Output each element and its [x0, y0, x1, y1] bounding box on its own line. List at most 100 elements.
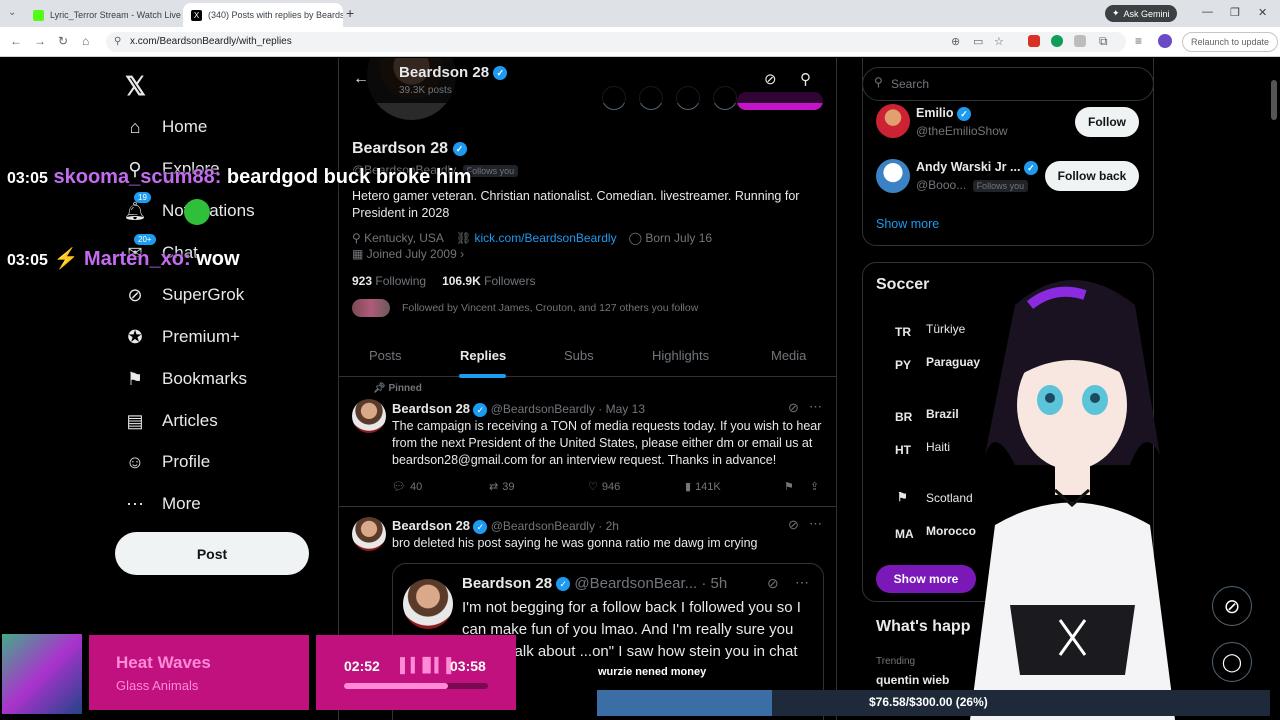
like-action[interactable]: ♡ 946 [588, 480, 620, 494]
tab-posts[interactable]: Posts [369, 348, 402, 363]
more-options-icon[interactable]: ⋯ [795, 574, 809, 591]
x-logo-icon[interactable]: 𝕏 [125, 71, 146, 102]
pinned-row: 📌︎ Pinned [373, 383, 422, 394]
profile-joined: Joined July 2009 [366, 247, 457, 261]
following-stat[interactable]: 923 Following [352, 274, 426, 288]
tab-replies[interactable]: Replies [460, 348, 506, 363]
reply-action[interactable]: 💬︎ 40 [392, 480, 422, 494]
tab-media[interactable]: Media [771, 348, 806, 363]
search-icon[interactable]: ⚲ [800, 70, 811, 88]
bell-icon: 🔔︎ 19 [124, 192, 151, 222]
more-options-icon[interactable]: ⋯ [809, 516, 822, 532]
nav-label: Premium+ [162, 327, 240, 346]
avatar[interactable] [876, 159, 910, 193]
nav-item-more[interactable]: ⋯ More [124, 493, 201, 515]
back-icon[interactable]: ← [10, 34, 22, 48]
suggestion-handle: @theEmilioShow [916, 124, 1008, 138]
profile-header-bar: ← Beardson 28 ✓ 39.3K posts ⊘ ⚲ [339, 58, 836, 103]
chat-badge: 20+ [134, 234, 156, 245]
tweet-pinned[interactable]: 📌︎ Pinned Beardson 28 ✓ @BeardsonBeardly… [339, 377, 836, 507]
extension-icon[interactable] [1074, 35, 1086, 47]
gemini-label: Ask Gemini [1123, 8, 1170, 19]
time-total: 03:58 [450, 658, 486, 674]
home-page-icon[interactable]: ⌂ [82, 34, 89, 48]
profile-avatar-icon[interactable] [1158, 34, 1172, 48]
verified-icon: ✓ [1023, 160, 1038, 175]
post-button[interactable]: Post [115, 532, 309, 575]
share-icon[interactable]: ⇪ [810, 480, 819, 493]
follow-back-button[interactable]: Follow back [1045, 161, 1139, 191]
extension-icon[interactable] [1028, 35, 1040, 47]
cast-icon[interactable]: ▭ [973, 35, 983, 48]
forward-icon[interactable]: → [34, 34, 46, 48]
browser-tab-stream[interactable]: Lyric_Terror Stream - Watch Live ✕ [25, 3, 183, 27]
more-options-icon[interactable]: ⋯ [809, 399, 822, 415]
tweet-author[interactable]: Beardson 28 [392, 401, 470, 416]
followers-stat[interactable]: 106.9K Followers [442, 274, 535, 288]
browser-tab-x[interactable]: X (340) Posts with replies by Beardson ✕ [183, 3, 343, 27]
maximize-icon[interactable]: ❐ [1230, 6, 1240, 19]
star-icon[interactable]: ☆ [994, 35, 1004, 48]
tab-subs[interactable]: Subs [564, 348, 594, 363]
reload-icon[interactable]: ↻ [58, 34, 68, 48]
follow-button[interactable]: Follow [1075, 107, 1139, 137]
window-close-icon[interactable]: ✕ [1258, 6, 1267, 19]
trending-item[interactable]: quentin wieb [876, 673, 949, 687]
suggestion-handle: @Booo... [916, 178, 967, 192]
team-name[interactable]: Haiti [926, 440, 950, 454]
pin-icon: 📌︎ [373, 383, 389, 394]
verified-icon: ✓ [452, 141, 467, 156]
progress-track [344, 683, 488, 689]
time-current: 02:52 [344, 658, 380, 674]
tab-title: Lyric_Terror Stream - Watch Live [50, 10, 181, 20]
extension-icon[interactable] [1051, 35, 1063, 47]
puzzle-icon[interactable]: ⧉ [1099, 34, 1108, 49]
nav-item-profile[interactable]: ☺ Profile [124, 451, 210, 473]
ask-gemini-button[interactable]: ✦ Ask Gemini [1105, 5, 1177, 22]
quote-header: Beardson 28 ✓ @BeardsonBear... · 5h [462, 575, 727, 592]
team-code: PY [895, 358, 912, 372]
gemini-sparkle-icon: ✦ [1112, 8, 1120, 18]
emote-icon [184, 199, 210, 225]
birthday-row: ◯ Born July 16 [629, 231, 712, 245]
grok-icon[interactable]: ⊘ [764, 70, 777, 88]
page-scrollbar[interactable] [1271, 80, 1277, 120]
nav-item-articles[interactable]: ▤ Articles [124, 410, 217, 432]
minimize-icon[interactable]: — [1202, 6, 1213, 18]
relaunch-button[interactable]: Relaunch to update [1182, 32, 1279, 52]
tab-search-icon[interactable]: ⌄ [8, 7, 16, 18]
avatar[interactable] [352, 517, 386, 551]
repost-action[interactable]: ⇄ 39 [489, 480, 514, 494]
grok-icon[interactable]: ⊘ [788, 400, 799, 416]
followed-by-text[interactable]: Followed by Vincent James, Crouton, and … [402, 302, 698, 314]
profile-tabs: Posts Replies Subs Highlights Media [339, 335, 836, 378]
messages-icon[interactable]: ◯ [1212, 642, 1252, 682]
suggestion-name[interactable]: Emilio [916, 106, 954, 120]
grok-icon[interactable]: ⊘ [767, 575, 779, 592]
nav-item-bookmarks[interactable]: ⚑ Bookmarks [124, 368, 247, 390]
profile-link[interactable]: kick.com/BeardsonBeardly [475, 231, 617, 245]
nav-item-home[interactable]: ⌂ Home [124, 116, 208, 138]
show-more-link[interactable]: Show more [876, 217, 939, 231]
avatar [403, 579, 453, 629]
suggestion-name[interactable]: Andy Warski Jr ... [916, 160, 1020, 174]
nav-item-supergrok[interactable]: ⊘ SuperGrok [124, 284, 244, 306]
tab-highlights[interactable]: Highlights [652, 348, 709, 363]
bookmark-icon[interactable]: ⚑ [784, 480, 794, 493]
avatar[interactable] [876, 104, 910, 138]
zoom-icon[interactable]: ⊕ [951, 35, 960, 48]
avatar[interactable] [352, 399, 386, 433]
views-action[interactable]: ▮ 141K [685, 480, 721, 494]
premium-icon: ✪ [127, 326, 143, 347]
tweet-author[interactable]: Beardson 28 [392, 518, 470, 533]
reading-list-icon[interactable]: ≡ [1135, 34, 1142, 48]
nav-item-premium[interactable]: ✪ Premium+ [124, 326, 240, 348]
grok-icon[interactable]: ⊘ [1212, 586, 1252, 626]
back-arrow-icon[interactable]: ← [353, 70, 369, 88]
verified-icon: ✓ [473, 519, 488, 534]
flag-icon: ⚑ [897, 490, 908, 504]
team-name[interactable]: Brazil [926, 407, 959, 421]
new-tab-button[interactable]: + [346, 5, 354, 21]
grok-icon[interactable]: ⊘ [788, 517, 799, 533]
donation-goal-text: $76.58/$300.00 (26%) [869, 695, 988, 709]
